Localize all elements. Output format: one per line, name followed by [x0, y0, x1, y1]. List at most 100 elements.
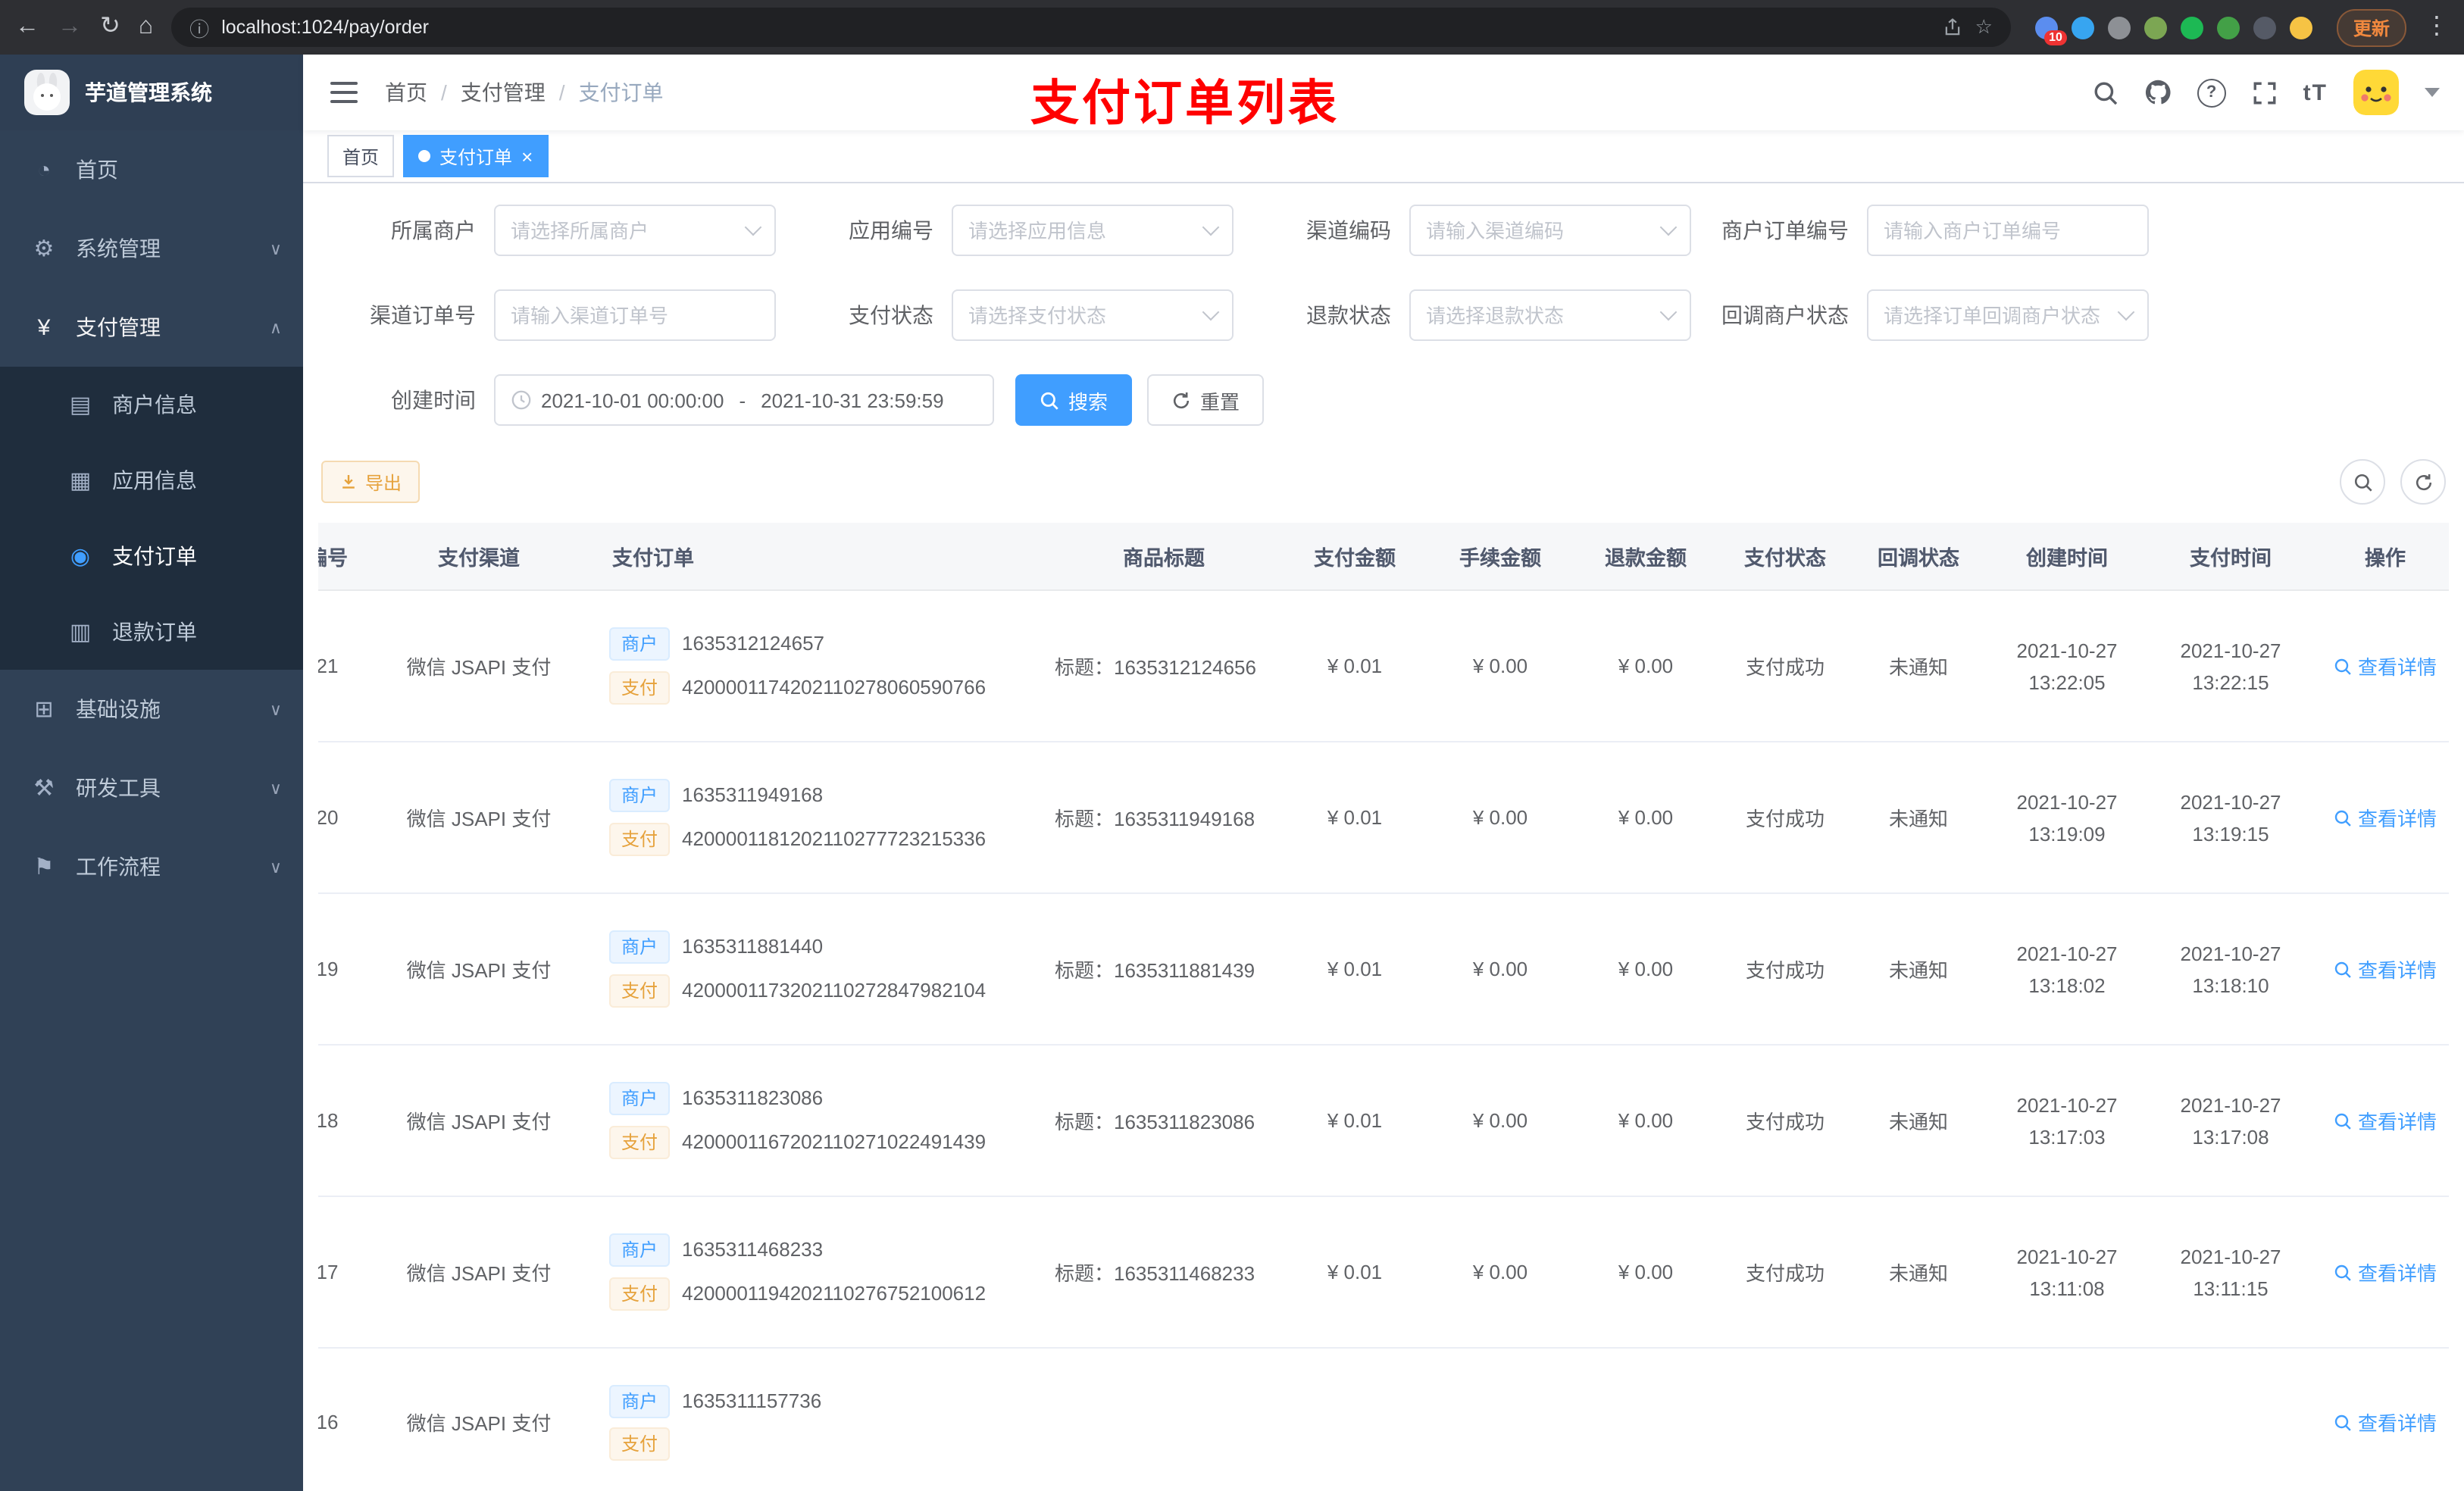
view-detail-label: 查看详情	[2357, 656, 2437, 679]
extension-palette-icon[interactable]: 10	[2034, 16, 2067, 45]
app-logo[interactable]: 芋道管理系统	[0, 55, 303, 130]
app-input[interactable]	[968, 219, 1196, 242]
extension-drop-icon[interactable]	[2071, 16, 2094, 39]
user-avatar[interactable]	[2353, 70, 2399, 115]
search-icon[interactable]	[2093, 80, 2118, 105]
screen: ← → ↻ ⌂ ⓘ localhost:1024/pay/order ☆ 10 …	[0, 0, 2464, 1491]
github-icon[interactable]	[2144, 79, 2172, 106]
help-icon[interactable]: ?	[2197, 78, 2226, 107]
notify-status-input[interactable]	[1884, 304, 2111, 327]
forward-icon[interactable]: →	[58, 14, 82, 39]
pay-status-cell: 支付成功	[1718, 1045, 1852, 1197]
pay-status-select[interactable]	[952, 289, 1234, 341]
sidebar-item-app-info[interactable]: ▦ 应用信息	[0, 442, 303, 518]
site-info-icon[interactable]: ⓘ	[189, 13, 209, 42]
merchant-order-no-input[interactable]	[1884, 219, 2132, 242]
sidebar-item-workflow[interactable]: ⚑ 工作流程 ∨	[0, 827, 303, 906]
extension-circle-gray-icon[interactable]	[2107, 16, 2131, 39]
channel-order-no-field[interactable]	[494, 289, 776, 341]
monitor-icon: ⊞	[34, 697, 54, 723]
order-id-cell: 20	[318, 742, 367, 894]
merchant-order-no-field[interactable]	[1867, 205, 2149, 256]
channel-code-select[interactable]	[1409, 205, 1691, 256]
view-detail-link[interactable]: 查看详情	[2334, 1258, 2437, 1286]
app-select[interactable]	[952, 205, 1234, 256]
view-detail-link[interactable]: 查看详情	[2334, 652, 2437, 680]
notify-status-cell	[1852, 1348, 1985, 1491]
date-range-separator: -	[739, 389, 746, 411]
document-icon: ▥	[69, 620, 92, 645]
fullscreen-icon[interactable]	[2252, 80, 2278, 105]
reset-button[interactable]: 重置	[1147, 374, 1265, 426]
view-detail-link[interactable]: 查看详情	[2334, 1408, 2437, 1436]
sidebar-item-infra[interactable]: ⊞ 基础设施 ∨	[0, 670, 303, 749]
channel-order-no-input[interactable]	[511, 304, 759, 327]
tab-pay-order[interactable]: 支付订单 ×	[403, 135, 549, 177]
merchant-order-no: 1635311949168	[682, 783, 824, 806]
breadcrumb-payment[interactable]: 支付管理	[461, 77, 546, 108]
breadcrumb-home[interactable]: 首页	[385, 77, 427, 108]
update-button[interactable]: 更新	[2336, 8, 2406, 46]
sidebar-item-refund-order[interactable]: ▥ 退款订单	[0, 594, 303, 670]
tab-home[interactable]: 首页	[327, 135, 395, 177]
sidebar-item-devtools[interactable]: ⚒ 研发工具 ∨	[0, 749, 303, 827]
extension-circle-green-icon[interactable]	[2143, 16, 2167, 39]
extension-pin-icon[interactable]	[2253, 16, 2276, 39]
view-detail-link[interactable]: 查看详情	[2334, 1106, 2437, 1135]
pay-status-cell: 支付成功	[1718, 742, 1852, 894]
notify-status-select[interactable]	[1867, 289, 2149, 341]
view-detail-link[interactable]: 查看详情	[2334, 803, 2437, 832]
orders-table-wrapper: 编号 支付渠道 支付订单 商品标题 支付金额 手续金额 退款金额 支付状态 回调…	[318, 523, 2449, 1491]
home-icon[interactable]: ⌂	[139, 14, 153, 39]
notify-status-cell: 未通知	[1852, 742, 1985, 894]
refresh-table-icon[interactable]	[2400, 459, 2446, 505]
font-size-icon[interactable]: tT	[2303, 80, 2328, 105]
channel-code-input[interactable]	[1426, 219, 1653, 242]
merchant-order-line: 商户 1635311881440	[609, 929, 1040, 965]
view-detail-label: 查看详情	[2357, 808, 2437, 830]
bookmark-star-icon[interactable]: ☆	[1975, 15, 1993, 39]
owner-select[interactable]	[494, 205, 776, 256]
search-button[interactable]: 搜索	[1015, 374, 1133, 426]
owner-input[interactable]	[511, 219, 738, 242]
close-icon[interactable]: ×	[521, 146, 533, 166]
refund-amount-cell: ¥ 0.00	[1573, 1045, 1718, 1197]
create-time-cell: 2021-10-27 13:17:03	[1985, 1045, 2149, 1197]
back-icon[interactable]: ←	[15, 14, 39, 39]
col-pay-status: 支付状态	[1718, 523, 1852, 591]
sidebar-item-pay-order[interactable]: ◉ 支付订单	[0, 518, 303, 594]
sidebar-item-home[interactable]: ◔ 首页	[0, 130, 303, 209]
menu-dots-icon[interactable]: ⋮	[2425, 14, 2449, 39]
breadcrumb-current: 支付订单	[578, 80, 664, 105]
reload-icon[interactable]: ↻	[100, 14, 120, 39]
channel-order-line: 支付 4200001194202110276752100612	[609, 1276, 1040, 1312]
refund-status-select[interactable]	[1409, 289, 1691, 341]
toggle-search-icon[interactable]	[2340, 459, 2385, 505]
sidebar-item-label: 基础设施	[76, 697, 161, 721]
sidebar-item-payment[interactable]: ¥ 支付管理 ∧	[0, 288, 303, 367]
hamburger-icon[interactable]	[327, 76, 361, 109]
extension-chat-icon[interactable]	[2216, 16, 2240, 39]
pay-order-cell: 商户 1635311468233 支付 42000011942021102767…	[591, 1196, 1046, 1349]
channel-order-line: 支付 4200001167202110271022491439	[609, 1124, 1040, 1161]
actions-cell: 查看详情	[2312, 1348, 2449, 1491]
goods-title-cell: 标题：1635311949168	[1046, 742, 1282, 894]
view-detail-link[interactable]: 查看详情	[2334, 955, 2437, 983]
wallet-icon: ▤	[69, 392, 92, 418]
order-id-cell: 19	[318, 893, 367, 1046]
refund-status-input[interactable]	[1426, 304, 1653, 327]
extension-face-icon[interactable]	[2289, 16, 2312, 39]
user-menu-caret-icon[interactable]	[2425, 88, 2440, 97]
search-button-label: 搜索	[1068, 390, 1108, 413]
share-icon[interactable]	[1943, 17, 1963, 37]
sidebar-item-system[interactable]: ⚙ 系统管理 ∨	[0, 209, 303, 288]
pay-order-cell: 商户 1635311881440 支付 42000011732021102728…	[591, 893, 1046, 1046]
address-bar[interactable]: ⓘ localhost:1024/pay/order ☆	[171, 8, 2011, 47]
extension-check-icon[interactable]	[2180, 16, 2203, 39]
sidebar-item-merchant-info[interactable]: ▤ 商户信息	[0, 367, 303, 442]
export-button[interactable]: 导出	[321, 461, 421, 503]
fee-amount-cell: ¥ 0.00	[1427, 590, 1573, 742]
pay-status-input[interactable]	[968, 304, 1196, 327]
table-row: 21 微信 JSAPI 支付 商户 1635312124657 支付 42000…	[318, 590, 2449, 742]
create-time-range-picker[interactable]: 2021-10-01 00:00:00 - 2021-10-31 23:59:5…	[494, 374, 994, 426]
